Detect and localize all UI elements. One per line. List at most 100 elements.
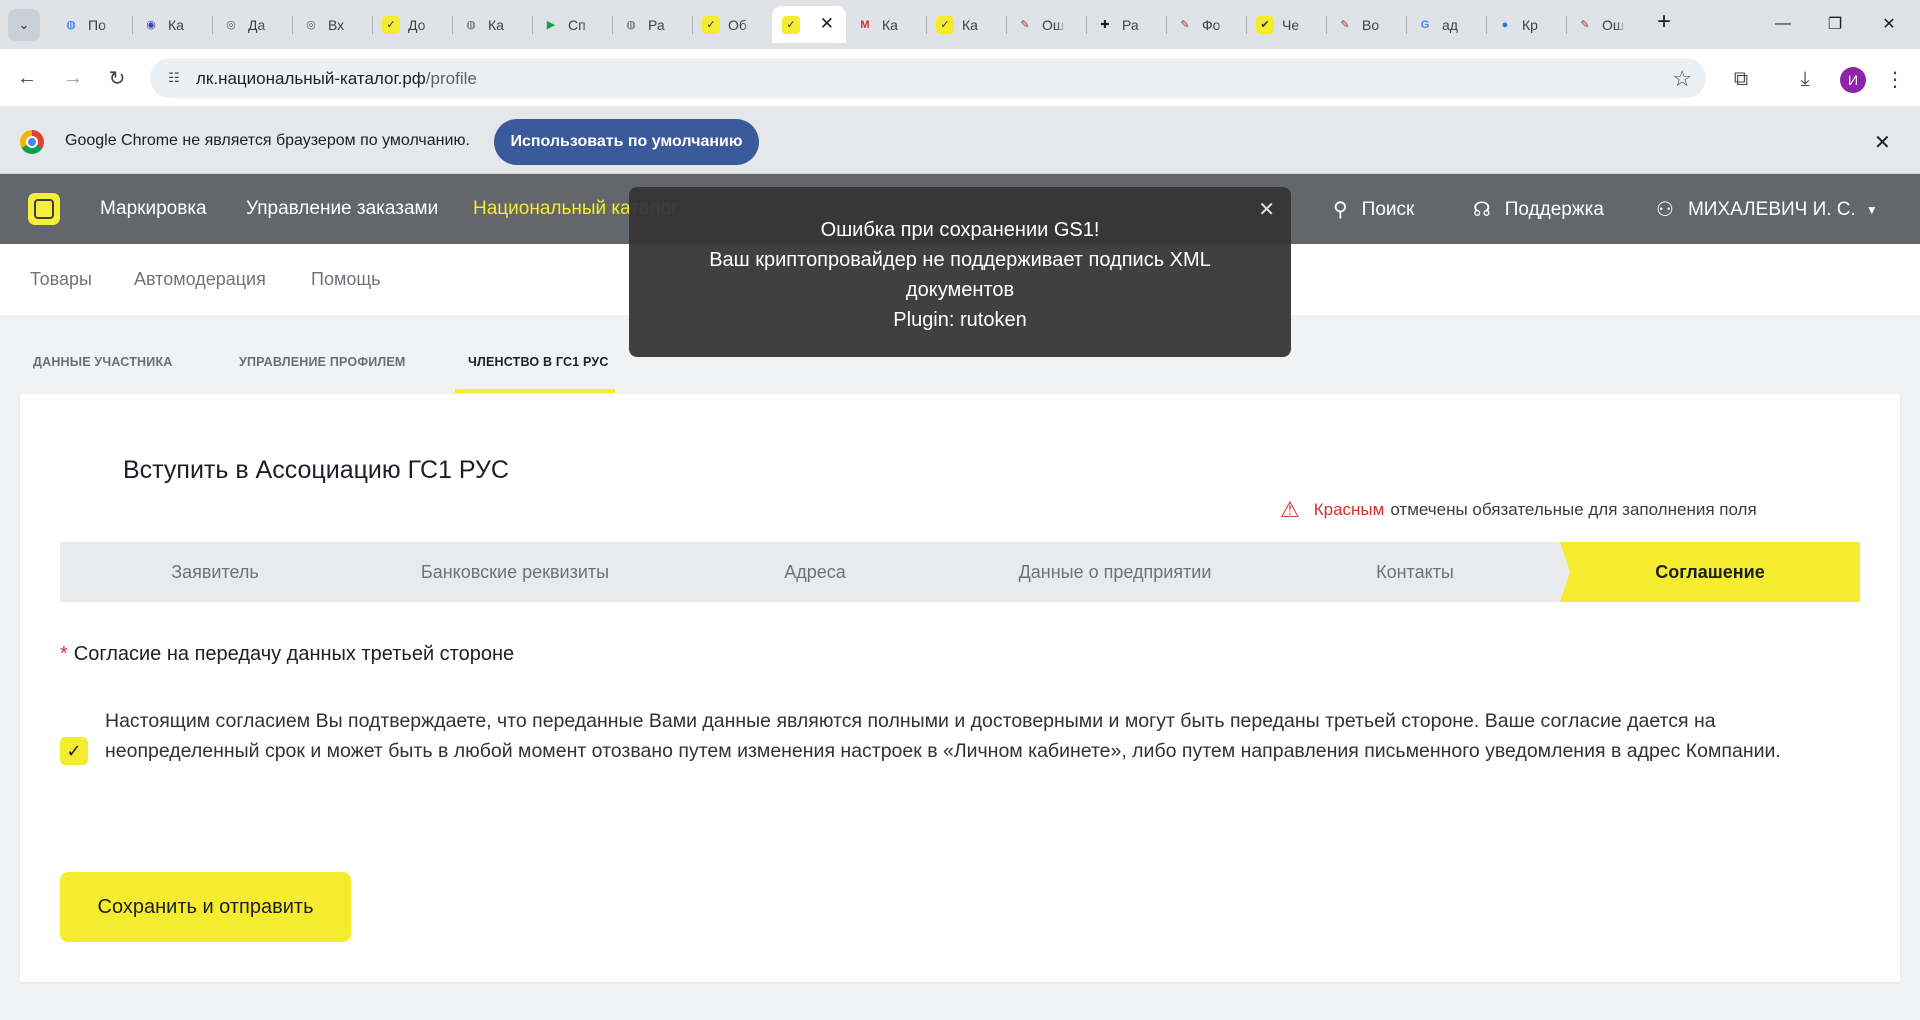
consent-text: Настоящим согласием Вы подтверждаете, чт…	[105, 710, 1781, 762]
browser-tab[interactable]: ◎ Да	[212, 6, 292, 43]
downloads-icon[interactable]: ⤓	[1790, 64, 1820, 94]
spiral-icon: ◎	[306, 19, 316, 31]
warning-icon: ⚠	[1280, 497, 1300, 522]
consent-checkbox[interactable]: ✓	[60, 737, 88, 765]
browser-tab[interactable]: ✓ До	[372, 6, 452, 43]
subnav-products[interactable]: Товары	[30, 269, 92, 290]
checkmark-icon: ✓	[66, 740, 82, 761]
chevron-down-icon: ▼	[1865, 202, 1878, 217]
nav-order-management[interactable]: Управление заказами	[246, 198, 438, 220]
bookmark-icon: ✎	[1580, 19, 1590, 31]
browser-toolbar: ← → ↻ ☷ лк.национальный-каталог.рф/profi…	[0, 49, 1920, 106]
support-link[interactable]: ☊ Поддержка	[1473, 197, 1604, 222]
browser-tab[interactable]: ✎ Ош	[1006, 6, 1086, 43]
restore-icon[interactable]: ❐	[1812, 8, 1858, 40]
tab-title: Ра	[1122, 16, 1139, 33]
play-icon: ▶	[546, 19, 556, 31]
user-icon: ⚇	[1656, 199, 1674, 221]
user-menu[interactable]: ⚇ МИХАЛЕВИЧ И. С. ▼	[1656, 197, 1878, 222]
browser-tab[interactable]: ✎ Во	[1326, 6, 1406, 43]
chestny-znak-logo[interactable]	[28, 193, 60, 225]
browser-tab[interactable]: ◍ По	[52, 6, 132, 43]
headset-icon: ☊	[1473, 199, 1491, 221]
step-contacts[interactable]: Контакты	[1260, 542, 1570, 602]
globe-icon: ◍	[626, 19, 636, 31]
tab-title: Да	[248, 16, 266, 33]
tab-close-icon[interactable]: ✕	[820, 15, 834, 33]
address-bar[interactable]: ☷ лк.национальный-каталог.рф/profile ☆	[150, 58, 1706, 98]
step-addresses[interactable]: Адреса	[660, 542, 970, 602]
tab-title: Об	[728, 16, 747, 33]
browser-tab-strip: ⌄ ◍ По ◉ Ка ◎ Да ◎ Вх ✓ До ◍ Ка ▶ Сп ◍ Ра ✓ Об ✓ ✕ M Ка ✓ Ка ✎ Ош…	[0, 0, 1920, 49]
toast-plugin: Plugin: rutoken	[893, 309, 1027, 331]
step-enterprise-data[interactable]: Данные о предприятии	[960, 542, 1270, 602]
browser-tab-active[interactable]: ✓ ✕	[772, 6, 846, 43]
chestny-znak-icon: ✓	[782, 15, 800, 34]
required-asterisk: *	[60, 643, 68, 665]
tab-profile-management[interactable]: УПРАВЛЕНИЕ ПРОФИЛЕМ	[239, 355, 406, 369]
set-default-button[interactable]: Использовать по умолчанию	[494, 119, 759, 165]
browser-tab[interactable]: Gад	[1406, 6, 1486, 43]
tab-title: Кр	[1522, 16, 1538, 33]
browser-tab[interactable]: ◎ Вх	[292, 6, 372, 43]
browser-tab[interactable]: ✚ Ра	[1086, 6, 1166, 43]
browser-tab[interactable]: ◍ Ра	[612, 6, 692, 43]
tab-title: Вх	[328, 16, 345, 33]
browser-tab[interactable]: ✎ Ош	[1566, 6, 1646, 43]
browser-tab[interactable]: ◍ Ка	[452, 6, 532, 43]
consent-heading: * Согласие на передачу данных третьей сто…	[60, 643, 515, 665]
profile-avatar[interactable]: И	[1840, 67, 1866, 93]
browser-tab[interactable]: ▶ Сп	[532, 6, 612, 43]
required-fields-note: ⚠ Красным отмечены обязательные для запо…	[1280, 497, 1757, 522]
bookmark-icon: ✎	[1020, 19, 1030, 31]
active-tab-indicator	[455, 389, 615, 393]
browser-tab[interactable]: ● Кр	[1486, 6, 1566, 43]
site-info-icon[interactable]: ☷	[164, 68, 184, 88]
browser-tab[interactable]: ✎ Фо	[1166, 6, 1246, 43]
back-icon[interactable]: ←	[12, 63, 42, 93]
default-browser-infobar: Google Chrome не является браузером по у…	[0, 106, 1920, 174]
google-icon: G	[1420, 18, 1430, 31]
tab-gs1-membership[interactable]: ЧЛЕНСТВО В ГС1 РУС	[468, 355, 609, 369]
toast-title: Ошибка при сохранении GS1!	[820, 219, 1100, 241]
minimize-icon[interactable]: —	[1760, 8, 1806, 40]
infobar-close-icon[interactable]: ✕	[1874, 130, 1891, 155]
bookmark-icon: ✎	[1180, 19, 1190, 31]
search-link[interactable]: ⚲ Поиск	[1333, 197, 1414, 222]
extensions-icon[interactable]: ⧉	[1726, 64, 1756, 94]
step-applicant[interactable]: Заявитель	[60, 542, 370, 602]
infobar-message: Google Chrome не является браузером по у…	[65, 132, 470, 149]
toast-close-icon[interactable]: ✕	[1258, 197, 1275, 222]
forward-icon[interactable]: →	[58, 63, 88, 93]
tab-title: Ка	[882, 16, 898, 33]
tab-title: Во	[1362, 16, 1380, 33]
tab-title: Ош	[1042, 16, 1065, 33]
chrome-logo-icon	[20, 130, 44, 154]
bookmark-icon: ✎	[1340, 19, 1350, 31]
chestny-znak-icon: ✓	[936, 15, 954, 34]
browser-tab[interactable]: ✔ Че	[1246, 6, 1326, 43]
mail-m-icon: M	[860, 18, 870, 31]
browser-tab[interactable]: M Ка	[846, 6, 926, 43]
toast-message-cont: документов	[905, 279, 1015, 301]
save-and-send-button[interactable]: Сохранить и отправить	[60, 872, 351, 942]
new-tab-icon[interactable]: +	[1650, 9, 1678, 37]
reload-icon[interactable]: ↻	[102, 63, 132, 93]
tab-participant-data[interactable]: ДАННЫЕ УЧАСТНИКА	[33, 355, 173, 369]
browser-tab[interactable]: ✓ Об	[692, 6, 772, 43]
nav-markirovka[interactable]: Маркировка	[100, 198, 207, 220]
tab-title: Сп	[568, 16, 586, 33]
tab-list: ◍ По ◉ Ка ◎ Да ◎ Вх ✓ До ◍ Ка ▶ Сп ◍ Ра ✓ Об ✓ ✕ M Ка ✓ Ка ✎ Ош ✚ Р…	[52, 6, 1646, 43]
browser-menu-icon[interactable]: ⋮	[1880, 64, 1910, 94]
subnav-help[interactable]: Помощь	[311, 269, 381, 290]
browser-tab[interactable]: ◉ Ка	[132, 6, 212, 43]
browser-tab[interactable]: ✓ Ка	[926, 6, 1006, 43]
step-bank-details[interactable]: Банковские реквизиты	[360, 542, 670, 602]
bookmark-star-icon[interactable]: ☆	[1672, 66, 1692, 92]
error-toast: ✕ Ошибка при сохранении GS1! Ваш криптоп…	[629, 187, 1291, 357]
subnav-automoderation[interactable]: Автомодерация	[134, 269, 266, 290]
tab-search-icon[interactable]: ⌄	[8, 9, 40, 41]
step-agreement[interactable]: Соглашение	[1560, 542, 1860, 602]
puzzle-icon: ✚	[1100, 19, 1110, 31]
window-close-icon[interactable]: ✕	[1866, 8, 1912, 40]
